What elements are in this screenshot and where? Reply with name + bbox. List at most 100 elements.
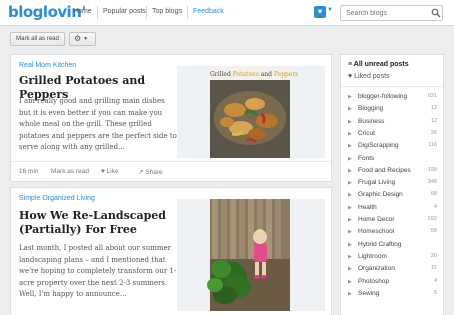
category-name: Blogging [358,105,384,113]
expand-arrow-icon[interactable]: ▶ [348,266,352,272]
category-unread-count: 5 [433,289,437,296]
expand-arrow-icon[interactable]: ▶ [348,279,352,285]
search-icon[interactable] [431,8,441,18]
sidebar-category-item[interactable]: ▶ Blogging 12 [341,104,443,116]
category-name: Home Decor [358,216,395,223]
category-name: Sewing [358,289,380,297]
expand-arrow-icon[interactable]: ▶ [348,94,352,100]
expand-arrow-icon[interactable]: ▶ [348,168,352,174]
category-unread-count: 621 [427,93,437,99]
nav-home[interactable]: Home [73,8,92,15]
share-icon: ↗ [138,169,144,176]
expand-arrow-icon[interactable]: ▶ [348,119,352,125]
category-name: Photoshop [358,277,390,285]
category-name: Organization [358,265,395,273]
post-source-blog[interactable]: Real Mom Kitchen [19,62,76,69]
sidebar-category-item[interactable]: ▶ Home Decor 592 [341,215,443,227]
expand-arrow-icon[interactable]: ▶ [348,180,352,186]
category-sidebar: ≡ All unread posts ♥ Liked posts ▶ blogge… [340,54,444,315]
post-title[interactable]: How We Re-Landscaped (Partially) For Fre… [19,209,169,237]
expand-arrow-icon[interactable]: ▶ [348,254,352,260]
category-name: Fonts [358,154,375,162]
expand-arrow-icon[interactable]: ▶ [348,229,352,235]
expand-arrow-icon[interactable]: ▶ [348,192,352,198]
category-unread-count: 592 [427,216,437,222]
category-unread-count: 68 [430,191,437,198]
nav-top-blogs[interactable]: Top blogs [152,8,182,15]
post-source-blog[interactable]: Simple Organized Living [19,195,95,202]
sidebar-divider [341,86,443,87]
category-unread-count: 199 [427,166,437,173]
expand-arrow-icon[interactable]: ▶ [348,217,352,223]
sidebar-category-item[interactable]: ▶ Business 12 [341,117,443,129]
sidebar-category-item[interactable]: ▶ Food and Recipes 199 [341,166,443,178]
category-unread-count: 20 [430,252,437,259]
nav-divider [67,6,68,19]
category-unread-count: 15 [430,265,437,272]
sidebar-category-item[interactable]: ▶ Frugal Living 348 [341,178,443,190]
sidebar-category-item[interactable]: ▶ Hybrid Crafting [341,240,443,252]
category-unread-count: 12 [430,105,437,112]
sidebar-category-item[interactable]: ▶ Fonts [341,154,443,166]
sidebar-category-item[interactable]: ▶ Organization 15 [341,264,443,276]
liked-posts-link[interactable]: ♥ Liked posts [348,73,390,80]
settings-menu-button[interactable]: ⚙ ▼ [69,32,96,46]
post-card: Simple Organized Living How We Re-Landsc… [10,187,332,315]
expand-arrow-icon[interactable]: ▶ [348,242,352,248]
expand-arrow-icon[interactable]: ▶ [348,291,352,297]
category-name: Hybrid Crafting [358,240,402,248]
category-name: Health [358,203,377,211]
category-name: Food and Recipes [358,166,411,174]
category-name: Lightroom [358,252,387,260]
share-button[interactable]: ↗ Share [138,168,163,176]
category-unread-count: 116 [428,142,437,149]
post-actions: 16 min Mark as read ♥ Like ↗ Share [11,161,331,181]
expand-arrow-icon[interactable]: ▶ [348,205,352,211]
food-photo [210,66,290,158]
heart-icon: ♥ [348,73,353,80]
top-bar: bloglovin' Home Popular posts Top blogs … [0,0,454,26]
chevron-down-icon[interactable]: ▼ [327,7,333,13]
post-excerpt: I am really good and grilling main dishe… [19,97,177,151]
sidebar-category-item[interactable]: ▶ Homeschool 58 [341,227,443,239]
sidebar-category-item[interactable]: ▶ Graphic Design 68 [341,190,443,202]
sidebar-category-item[interactable]: ▶ Health 4 [341,203,443,215]
category-unread-count: 26 [430,129,437,136]
expand-arrow-icon[interactable]: ▶ [348,156,352,162]
expand-arrow-icon[interactable]: ▶ [348,131,352,137]
sidebar-category-item[interactable]: ▶ Sewing 5 [341,289,443,301]
category-unread-count: 12 [430,117,437,124]
category-name: Cricut [358,129,375,137]
category-name: Frugal Living [358,179,396,187]
nav-feedback[interactable]: Feedback [193,8,224,15]
nav-popular-posts[interactable]: Popular posts [103,8,146,15]
category-unread-count: 348 [427,179,437,186]
post-excerpt: Last month, I posted all about our summe… [19,244,177,298]
expand-arrow-icon[interactable]: ▶ [348,143,352,149]
mark-all-as-read-button[interactable]: Mark all as read [10,32,65,46]
category-name: blogger-following [358,93,408,100]
category-name: Graphic Design [358,191,403,199]
category-unread-count: 58 [430,228,437,235]
list-icon: ≡ [348,61,353,68]
category-unread-count: 4 [433,277,437,284]
category-name: DigiScrapping [358,142,399,150]
sidebar-category-item[interactable]: ▶ Photoshop 4 [341,277,443,289]
sidebar-category-item[interactable]: ▶ DigiScrapping 116 [341,141,443,153]
like-button[interactable]: ♥ Like [101,168,119,175]
expand-arrow-icon[interactable]: ▶ [348,106,352,112]
category-unread-count: 4 [433,203,437,210]
gear-icon: ⚙ [74,34,82,44]
heart-icon[interactable]: ♥ [314,6,326,18]
post-thumbnail[interactable] [177,199,325,311]
all-unread-posts-link[interactable]: ≡ All unread posts [348,61,409,68]
heart-icon: ♥ [101,168,105,175]
thumbnail-caption: Grilled Potatoes and Peppers [210,71,299,78]
sidebar-category-item[interactable]: ▶ Cricut 26 [341,129,443,141]
search-input[interactable] [340,5,443,21]
post-thumbnail[interactable]: Grilled Potatoes and Peppers [177,66,325,158]
sidebar-category-item[interactable]: ▶ Lightroom 20 [341,252,443,264]
nav-divider [146,6,147,19]
mark-as-read-button[interactable]: Mark as read [51,168,89,175]
sidebar-category-item[interactable]: ▶ blogger-following 621 [341,92,443,104]
